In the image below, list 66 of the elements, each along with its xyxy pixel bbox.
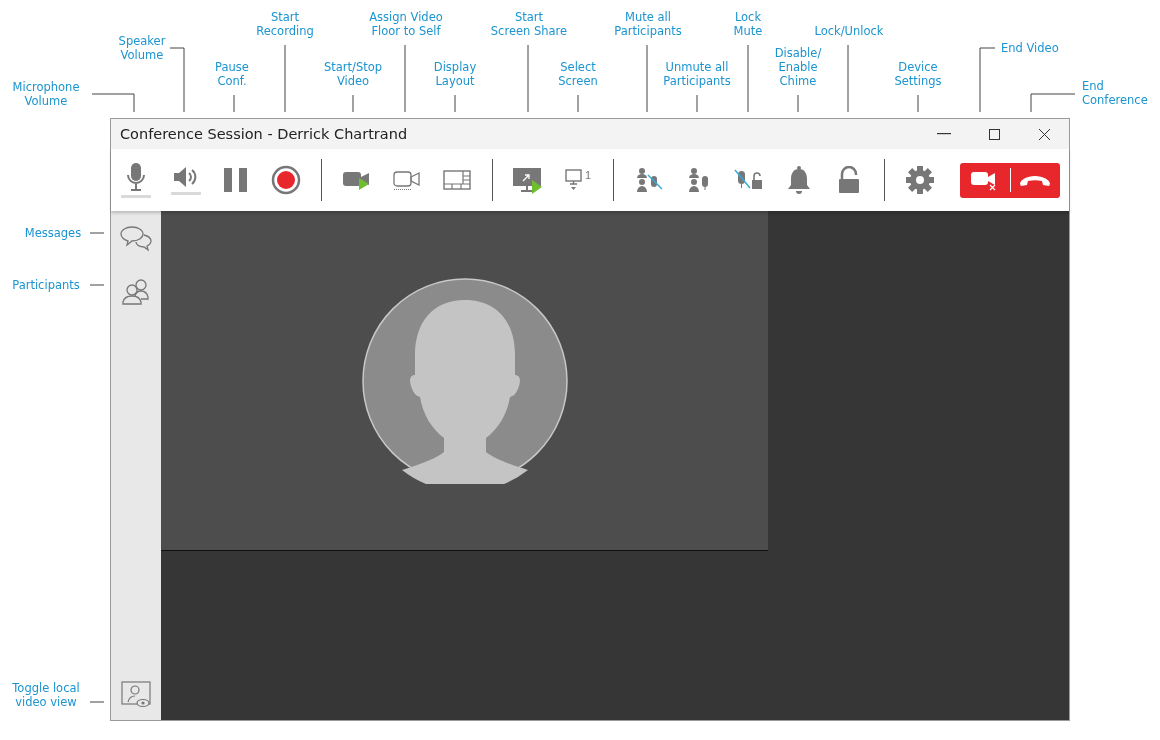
callout-label: Lock Mute [733, 10, 763, 38]
callout-label: Toggle local video view [12, 681, 80, 709]
leader-line [89, 701, 105, 703]
leader-line [847, 44, 849, 113]
leader-line [696, 94, 698, 113]
callout-label: End Conference [1082, 79, 1148, 107]
callout-label: Unmute all Participants [663, 60, 731, 88]
chat-bubbles-icon [120, 225, 152, 253]
callout-label: Microphone Volume [12, 80, 80, 108]
leader-line [89, 232, 105, 234]
callout-label: Device Settings [894, 60, 942, 88]
volume-bar [121, 195, 151, 198]
leader-line [797, 94, 799, 113]
settings-icon [905, 165, 935, 195]
callout-label: End Video [1001, 41, 1059, 55]
minimize-icon [937, 133, 951, 135]
callout-label: Messages [24, 226, 82, 240]
speaker-icon [173, 165, 199, 189]
video-camera-icon [393, 169, 421, 191]
callout-label: Start Recording [256, 10, 314, 38]
local-video-icon [120, 680, 152, 708]
close-icon [1038, 128, 1050, 140]
leader-line [917, 94, 919, 113]
leader-line [233, 94, 235, 113]
leader-line [577, 94, 579, 113]
leader-line [284, 44, 286, 113]
unlocked-padlock-icon [838, 166, 860, 194]
leader-line [352, 94, 354, 113]
screen-share-icon [512, 166, 544, 194]
callout-label: Pause Conf. [215, 60, 249, 88]
leader-line [91, 93, 135, 113]
leader-line [1030, 93, 1076, 113]
screen-number: 1 [584, 169, 592, 181]
callout-label: Disable/ Enable Chime [774, 46, 822, 88]
muted-lock-icon [734, 168, 764, 192]
layout-icon [443, 170, 471, 190]
leader-line [404, 44, 406, 113]
callout-label: Display Layout [433, 60, 477, 88]
callout-label: Speaker Volume [118, 34, 166, 62]
leader-line [169, 47, 185, 113]
leader-line [89, 284, 105, 286]
select-screen-button[interactable]: 1 [553, 155, 603, 205]
callout-label: Assign Video Floor to Self [369, 10, 443, 38]
monitor-icon [564, 169, 583, 191]
callout-label: Start Screen Share [490, 10, 568, 38]
pause-icon [223, 167, 249, 193]
window-title: Conference Session - Derrick Chartrand [120, 126, 409, 142]
callout-label: Start/Stop Video [323, 60, 383, 88]
people-icon [120, 277, 152, 305]
callout-label: Select Screen [558, 60, 598, 88]
volume-bar [171, 192, 201, 195]
maximize-icon [988, 128, 1000, 140]
participants-muted-icon [634, 167, 664, 193]
microphone-icon [126, 162, 146, 192]
leader-line [747, 44, 749, 113]
end-call-button[interactable] [960, 162, 1060, 198]
leader-line [979, 47, 996, 113]
leader-line [527, 44, 529, 113]
bell-icon [786, 165, 812, 195]
phone-hang-up-icon [1018, 173, 1053, 187]
callout-label: Mute all Participants [614, 10, 682, 38]
callout-label: Lock/Unlock [814, 24, 884, 38]
leader-line [454, 94, 456, 113]
callout-label: Participants [12, 278, 80, 292]
leader-line [646, 44, 648, 113]
record-icon [271, 165, 301, 195]
